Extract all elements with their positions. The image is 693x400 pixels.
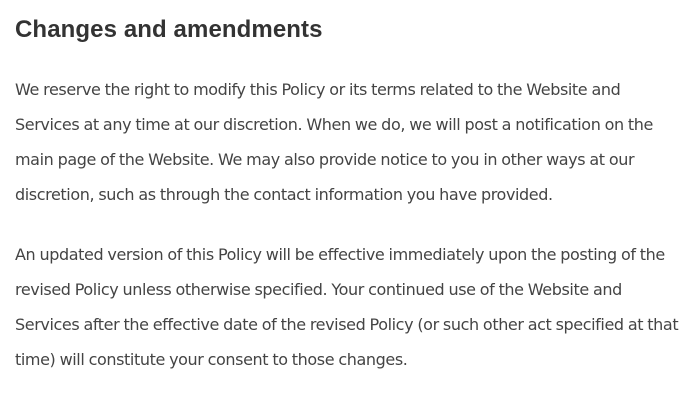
policy-paragraph-effective-version: An updated version of this Policy will b… [15,245,679,369]
section-heading: Changes and amendments [15,16,323,43]
policy-paragraph-modification: We reserve the right to modify this Poli… [15,80,653,204]
changes-and-amendments-section: Changes and amendments We reserve the ri… [15,0,683,377]
